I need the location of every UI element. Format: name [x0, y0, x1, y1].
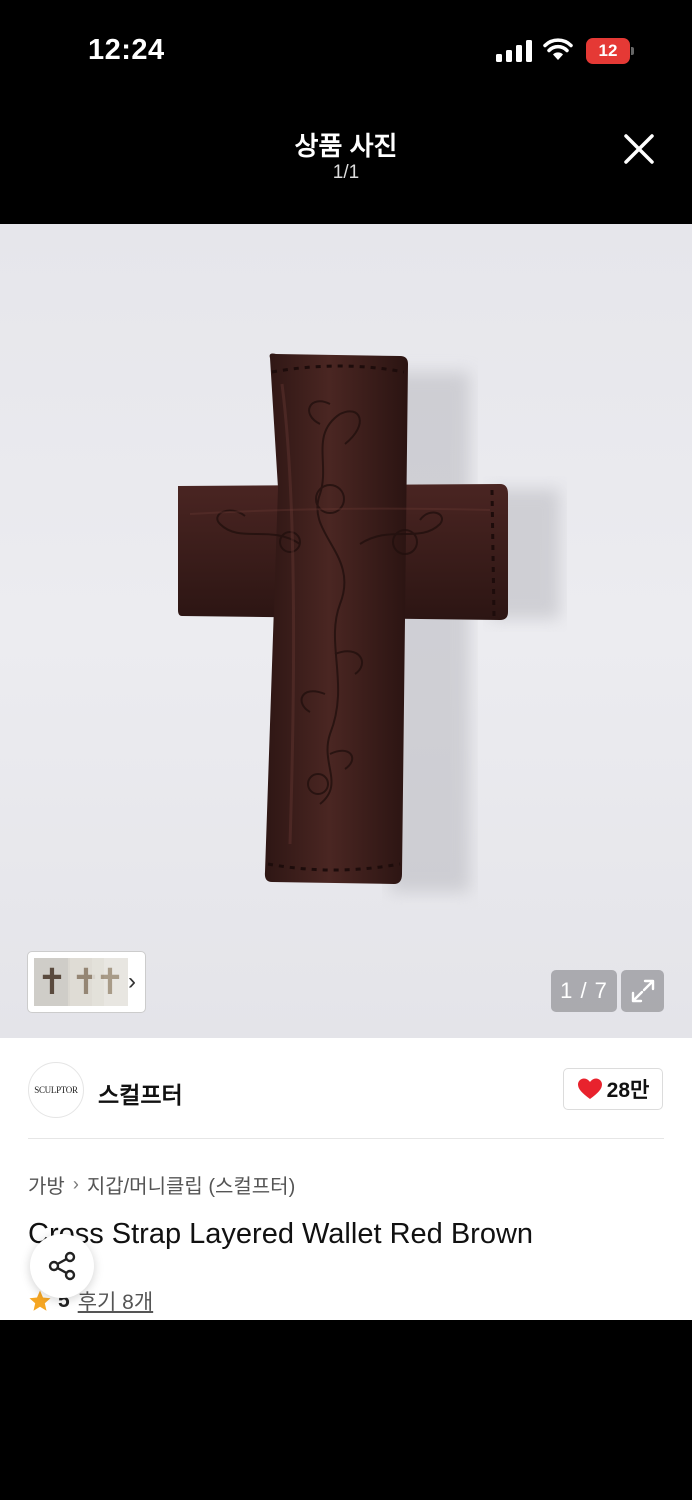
divider: [28, 1138, 664, 1139]
photo-counter: 1 / 7: [551, 970, 617, 1012]
expand-button[interactable]: [621, 970, 664, 1012]
status-time: 12:24: [88, 34, 165, 66]
close-icon[interactable]: [618, 128, 660, 170]
signal-icon: [496, 40, 532, 62]
like-count: 28만: [606, 1079, 650, 1102]
chevron-right-icon: ›: [72, 1174, 79, 1194]
wifi-icon: [543, 38, 573, 60]
battery-level: 12: [586, 38, 630, 64]
thumbnail-strip[interactable]: ✝ ✝ ✝ ›: [28, 952, 145, 1012]
product-title: Cross Strap Layered Wallet Red Brown: [28, 1218, 534, 1250]
thumbnail[interactable]: ✝: [34, 958, 70, 1006]
product-photo[interactable]: ✝ ✝ ✝ › 1 / 7: [0, 224, 692, 1038]
battery-icon: 12: [586, 38, 634, 64]
heart-icon: [577, 1078, 602, 1099]
breadcrumb-item[interactable]: 지갑/머니클립 (스컬프터): [87, 1170, 295, 1199]
chevron-right-icon[interactable]: ›: [122, 968, 142, 996]
product-info: SCULPTOR 스컬프터 28만 가방 › 지갑/머니클립 (스컬프터) Cr…: [0, 1038, 692, 1320]
like-button[interactable]: 28만: [563, 1068, 663, 1110]
breadcrumb-item[interactable]: 가방: [28, 1170, 65, 1199]
status-bar: 12:24 12: [0, 0, 692, 100]
brand-logo[interactable]: SCULPTOR: [28, 1062, 84, 1118]
viewer-header: 상품 사진 1/1: [0, 100, 692, 224]
expand-icon: [631, 979, 654, 1003]
brand-name[interactable]: 스컬프터: [98, 1076, 183, 1110]
share-icon: [48, 1251, 76, 1281]
cross-wallet-image: [178, 353, 560, 892]
photo-count: 1/1: [332, 162, 360, 183]
bottom-blank-area: [0, 1320, 692, 1500]
battery-tip: [631, 47, 634, 55]
breadcrumb: 가방 › 지갑/머니클립 (스컬프터): [28, 1170, 295, 1199]
page-title: 상품 사진: [294, 131, 398, 161]
share-button[interactable]: [30, 1234, 94, 1298]
review-link[interactable]: 후기 8개: [78, 1286, 153, 1316]
